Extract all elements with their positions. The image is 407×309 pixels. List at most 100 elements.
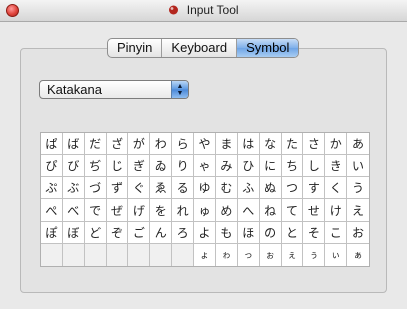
symbol-cell[interactable]: ぶ [62,177,85,200]
symbol-cell[interactable]: に [259,155,282,178]
symbol-cell[interactable]: ぽ [41,221,63,244]
symbol-cell[interactable]: ぁ [347,243,369,266]
symbol-cell[interactable]: ら [172,133,195,156]
symbol-cell[interactable]: ゅ [194,199,216,222]
symbol-cell[interactable]: さ [303,133,326,156]
symbol-cell[interactable]: み [215,155,238,178]
symbol-cell[interactable]: ほ [237,221,260,244]
symbol-cell[interactable]: ぴ [41,155,63,178]
symbol-cell[interactable]: ず [106,177,129,200]
symbol-cell-empty [84,243,107,266]
symbol-grid: ぱばだざがわらやまはなたさかあぴびぢじぎゐりゃみひにちしきいぷぶづずぐゑるゆむふ… [40,132,370,267]
symbol-cell[interactable]: ど [84,221,107,244]
symbol-cell[interactable]: ゑ [150,177,173,200]
symbol-cell[interactable]: へ [237,199,260,222]
symbol-cell[interactable]: も [215,221,238,244]
symbol-cell[interactable]: ぢ [84,155,107,178]
symbol-cell[interactable]: か [325,133,348,156]
symbol-cell[interactable]: づ [84,177,107,200]
symbol-cell[interactable]: り [172,155,195,178]
symbol-cell[interactable]: の [259,221,282,244]
symbol-cell-empty [172,243,195,266]
symbol-cell[interactable]: め [215,199,238,222]
symbol-cell[interactable]: こ [325,221,348,244]
symbol-cell[interactable]: つ [281,177,304,200]
symbol-cell[interactable]: ぇ [281,243,304,266]
symbol-cell[interactable]: し [303,155,326,178]
symbol-cell[interactable]: べ [62,199,85,222]
symbol-cell[interactable]: ぅ [303,243,326,266]
symbol-cell-empty [128,243,151,266]
symbol-cell[interactable]: き [325,155,348,178]
symbol-cell[interactable]: び [62,155,85,178]
symbol-cell[interactable]: ん [150,221,173,244]
symbol-cell[interactable]: ぷ [41,177,63,200]
tab-keyboard[interactable]: Keyboard [162,39,238,57]
symbol-cell[interactable]: ゃ [194,155,216,178]
symbol-cell[interactable]: ぜ [106,199,129,222]
symbol-cell[interactable]: れ [172,199,195,222]
symbol-cell[interactable]: わ [150,133,173,156]
symbol-cell[interactable]: だ [84,133,107,156]
symbol-set-dropdown[interactable]: Katakana ▲ ▼ [39,80,189,99]
symbol-cell[interactable]: ぐ [128,177,151,200]
symbol-cell[interactable]: ご [128,221,151,244]
symbol-cell[interactable]: い [347,155,369,178]
tab-bar: Pinyin Keyboard Symbol [107,38,300,58]
symbol-cell[interactable]: た [281,133,304,156]
symbol-cell[interactable]: む [215,177,238,200]
symbol-cell[interactable]: け [325,199,348,222]
symbol-cell[interactable]: お [347,221,369,244]
symbol-cell-empty [62,243,85,266]
up-down-arrows-icon: ▲ ▼ [171,81,188,98]
symbol-cell[interactable]: ふ [237,177,260,200]
symbol-cell[interactable]: じ [106,155,129,178]
symbol-cell[interactable]: ろ [172,221,195,244]
symbol-cell[interactable]: そ [303,221,326,244]
symbol-cell[interactable]: ぬ [259,177,282,200]
symbol-cell[interactable]: え [347,199,369,222]
symbol-cell[interactable]: ま [215,133,238,156]
symbol-cell[interactable]: ぞ [106,221,129,244]
symbol-cell[interactable]: ば [62,133,85,156]
symbol-cell[interactable]: ね [259,199,282,222]
symbol-cell[interactable]: な [259,133,282,156]
symbol-cell[interactable]: ゎ [215,243,238,266]
symbol-cell[interactable]: ぎ [128,155,151,178]
window-title: Input Tool [0,3,407,17]
symbol-cell[interactable]: ぃ [325,243,348,266]
symbol-cell[interactable]: う [347,177,369,200]
symbol-cell[interactable]: が [128,133,151,156]
symbol-cell[interactable]: ぉ [259,243,282,266]
symbol-cell[interactable]: あ [347,133,369,156]
input-tool-window: Input Tool Pinyin Keyboard Symbol Kataka… [0,0,407,309]
tab-symbol[interactable]: Symbol [237,39,299,57]
symbol-cell-empty [41,243,63,266]
symbol-cell[interactable]: ひ [237,155,260,178]
symbol-cell[interactable]: げ [128,199,151,222]
symbol-cell[interactable]: る [172,177,195,200]
symbol-cell[interactable]: ゆ [194,177,216,200]
symbol-cell[interactable]: っ [237,243,260,266]
symbol-cell[interactable]: ゐ [150,155,173,178]
symbol-cell[interactable]: ぼ [62,221,85,244]
symbol-cell[interactable]: ち [281,155,304,178]
title-bar: Input Tool [0,0,407,22]
symbol-cell[interactable]: で [84,199,107,222]
symbol-cell[interactable]: せ [303,199,326,222]
symbol-cell[interactable]: と [281,221,304,244]
symbol-cell[interactable]: ょ [194,243,216,266]
symbol-cell[interactable]: を [150,199,173,222]
symbol-cell[interactable]: て [281,199,304,222]
tab-pinyin[interactable]: Pinyin [108,39,163,57]
symbol-cell[interactable]: や [194,133,216,156]
symbol-cell[interactable]: ぱ [41,133,63,156]
symbol-cell[interactable]: よ [194,221,216,244]
window-title-text: Input Tool [186,3,239,17]
symbol-cell[interactable]: す [303,177,326,200]
symbol-cell[interactable]: く [325,177,348,200]
symbol-cell[interactable]: は [237,133,260,156]
symbol-cell[interactable]: ぺ [41,199,63,222]
symbol-cell-empty [150,243,173,266]
symbol-cell[interactable]: ざ [106,133,129,156]
